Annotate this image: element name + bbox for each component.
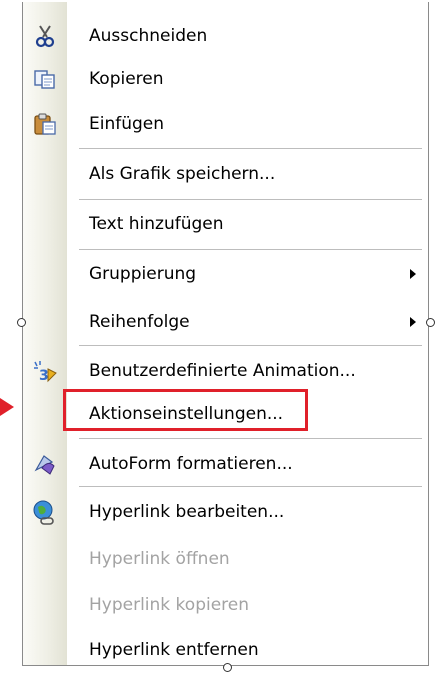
custom-animation-icon: 3 [32, 358, 58, 384]
menu-item-paste[interactable]: Einfügen [23, 100, 428, 148]
menu-item-grouping[interactable]: Gruppierung [23, 250, 428, 298]
menu-item-label: Reihenfolge [89, 312, 190, 332]
menu-item-save-as-picture[interactable]: Als Grafik speichern... [23, 150, 428, 198]
menu-item-add-text[interactable]: Text hinzufügen [23, 200, 428, 248]
paste-icon [32, 111, 58, 137]
menu-item-order[interactable]: Reihenfolge [23, 298, 428, 346]
menu-item-label: Hyperlink kopieren [89, 595, 250, 615]
menu-item-label: Gruppierung [89, 264, 197, 284]
menu-separator [79, 148, 422, 149]
menu-item-format-autoshape[interactable]: AutoForm formatieren... [23, 440, 428, 488]
highlight-box [63, 389, 308, 431]
selection-handle[interactable] [223, 663, 232, 672]
format-autoshape-icon [32, 451, 58, 477]
submenu-arrow-icon [410, 269, 416, 279]
menu-item-copy-hyperlink: Hyperlink kopieren [23, 581, 428, 629]
selection-handle[interactable] [17, 318, 26, 327]
menu-item-label: Als Grafik speichern... [89, 164, 276, 184]
menu-item-open-hyperlink: Hyperlink öffnen [23, 535, 428, 583]
menu-item-label: Hyperlink entfernen [89, 640, 259, 660]
menu-item-copy[interactable]: Kopieren [23, 55, 428, 103]
menu-item-cut[interactable]: Ausschneiden [23, 12, 428, 60]
menu-separator [79, 438, 422, 439]
copy-icon [32, 66, 58, 92]
submenu-arrow-icon [410, 317, 416, 327]
menu-item-label: AutoForm formatieren... [89, 454, 293, 474]
menu-item-label: Kopieren [89, 69, 164, 89]
menu-item-custom-animation[interactable]: 3 Benutzerdefinierte Animation... [23, 347, 428, 395]
menu-item-label: Benutzerdefinierte Animation... [89, 361, 356, 381]
menu-item-label: Ausschneiden [89, 26, 208, 46]
menu-item-label: Hyperlink öffnen [89, 549, 230, 569]
menu-separator [79, 345, 422, 346]
menu-item-edit-hyperlink[interactable]: Hyperlink bearbeiten... [23, 488, 428, 536]
svg-text:3: 3 [39, 368, 49, 383]
menu-item-label: Text hinzufügen [89, 214, 224, 234]
menu-separator [79, 486, 422, 487]
context-menu: Ausschneiden Kopieren Einfügen Als Grafi… [22, 2, 429, 666]
pointer-arrow-icon [0, 398, 14, 416]
menu-item-label: Einfügen [89, 114, 165, 134]
hyperlink-icon [32, 499, 58, 525]
menu-item-label: Hyperlink bearbeiten... [89, 502, 285, 522]
selection-handle[interactable] [426, 318, 435, 327]
scissors-icon [32, 23, 58, 49]
